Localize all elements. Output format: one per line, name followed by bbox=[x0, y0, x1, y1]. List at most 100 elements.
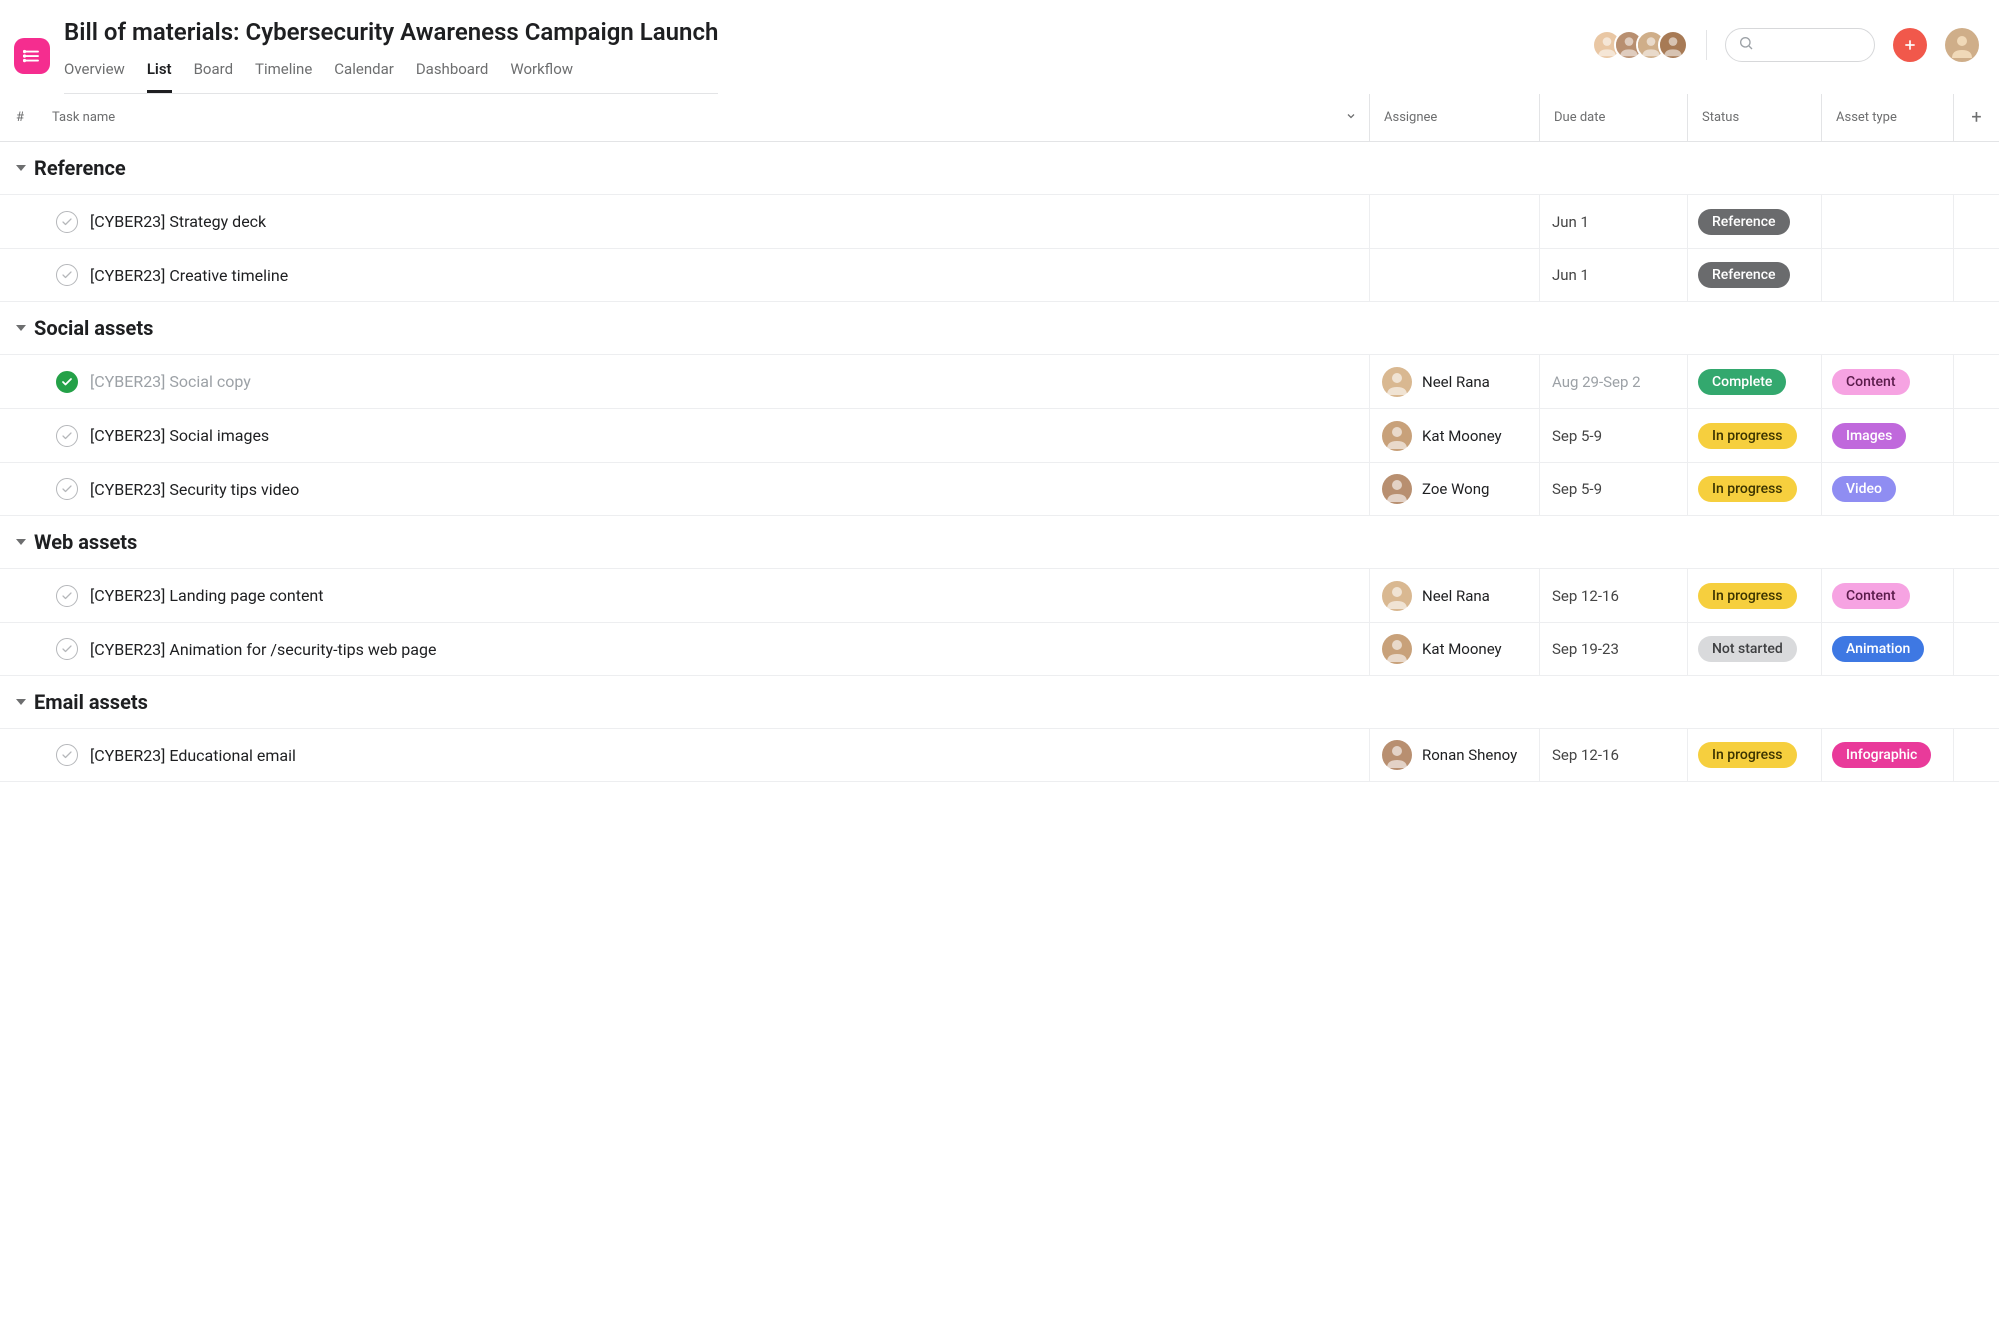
task-name: [CYBER23] Social images bbox=[90, 426, 269, 445]
section-header[interactable]: Social assets bbox=[0, 302, 1999, 354]
assignee-avatar bbox=[1382, 581, 1412, 611]
complete-checkbox[interactable] bbox=[56, 211, 78, 233]
complete-checkbox[interactable] bbox=[56, 585, 78, 607]
tab-timeline[interactable]: Timeline bbox=[255, 60, 312, 93]
search-box[interactable] bbox=[1725, 28, 1875, 62]
due-date-cell[interactable]: Sep 19-23 bbox=[1539, 623, 1687, 675]
assignee-cell[interactable] bbox=[1369, 249, 1539, 301]
task-name-cell[interactable]: [CYBER23] Animation for /security-tips w… bbox=[40, 623, 1369, 675]
team-avatar-stack[interactable] bbox=[1592, 30, 1688, 60]
project-icon[interactable] bbox=[14, 38, 50, 74]
task-name-cell[interactable]: [CYBER23] Security tips video bbox=[40, 463, 1369, 515]
task-row[interactable]: [CYBER23] Security tips video Zoe Wong Sep… bbox=[0, 462, 1999, 516]
assignee-cell[interactable]: Zoe Wong bbox=[1369, 463, 1539, 515]
complete-checkbox[interactable] bbox=[56, 425, 78, 447]
task-num-cell bbox=[0, 249, 40, 301]
task-name: [CYBER23] Security tips video bbox=[90, 480, 299, 499]
complete-checkbox[interactable] bbox=[56, 371, 78, 393]
project-tabs: Overview List Board Timeline Calendar Dashboa… bbox=[64, 46, 718, 94]
asset-type-pill: Infographic bbox=[1832, 742, 1931, 768]
tab-list[interactable]: List bbox=[147, 60, 172, 93]
asset-type-cell[interactable] bbox=[1821, 195, 1953, 248]
task-name-cell[interactable]: [CYBER23] Strategy deck bbox=[40, 195, 1369, 248]
asset-type-cell[interactable]: Infographic bbox=[1821, 729, 1953, 781]
task-name-cell[interactable]: [CYBER23] Social images bbox=[40, 409, 1369, 462]
task-name-cell[interactable]: [CYBER23] Creative timeline bbox=[40, 249, 1369, 301]
status-cell[interactable]: In progress bbox=[1687, 463, 1821, 515]
assignee-cell[interactable] bbox=[1369, 195, 1539, 248]
task-row[interactable]: [CYBER23] Educational email Ronan Shenoy S… bbox=[0, 728, 1999, 782]
status-cell[interactable]: Complete bbox=[1687, 355, 1821, 408]
task-name-cell[interactable]: [CYBER23] Educational email bbox=[40, 729, 1369, 781]
asset-type-cell[interactable]: Animation bbox=[1821, 623, 1953, 675]
tab-workflow[interactable]: Workflow bbox=[510, 60, 573, 93]
status-cell[interactable]: In progress bbox=[1687, 409, 1821, 462]
assignee-name: Ronan Shenoy bbox=[1422, 746, 1517, 764]
due-date-cell[interactable]: Jun 1 bbox=[1539, 195, 1687, 248]
task-num-cell bbox=[0, 729, 40, 781]
asset-type-cell[interactable]: Images bbox=[1821, 409, 1953, 462]
asset-type-cell[interactable]: Content bbox=[1821, 355, 1953, 408]
due-date-cell[interactable]: Sep 12-16 bbox=[1539, 569, 1687, 622]
assignee-avatar bbox=[1382, 474, 1412, 504]
assignee-cell[interactable]: Ronan Shenoy bbox=[1369, 729, 1539, 781]
section-header[interactable]: Reference bbox=[0, 142, 1999, 194]
status-cell[interactable]: Reference bbox=[1687, 249, 1821, 301]
task-name-cell[interactable]: [CYBER23] Landing page content bbox=[40, 569, 1369, 622]
column-task-header[interactable]: Task name bbox=[40, 110, 1369, 126]
column-status-header[interactable]: Status bbox=[1687, 94, 1821, 141]
header-right bbox=[1592, 18, 1979, 62]
section-header[interactable]: Email assets bbox=[0, 676, 1999, 728]
column-assignee-header[interactable]: Assignee bbox=[1369, 94, 1539, 141]
project-title[interactable]: Bill of materials: Cybersecurity Awarene… bbox=[64, 18, 718, 46]
tab-overview[interactable]: Overview bbox=[64, 60, 125, 93]
asset-type-cell[interactable]: Video bbox=[1821, 463, 1953, 515]
column-header-row: # Task name Assignee Due date Status Ass… bbox=[0, 94, 1999, 142]
caret-down-icon bbox=[16, 539, 26, 545]
task-row[interactable]: [CYBER23] Animation for /security-tips w… bbox=[0, 622, 1999, 676]
due-date-cell[interactable]: Sep 5-9 bbox=[1539, 409, 1687, 462]
complete-checkbox[interactable] bbox=[56, 478, 78, 500]
due-date: Sep 12-16 bbox=[1552, 746, 1619, 764]
complete-checkbox[interactable] bbox=[56, 744, 78, 766]
status-pill: In progress bbox=[1698, 423, 1797, 449]
task-name: [CYBER23] Animation for /security-tips w… bbox=[90, 640, 436, 659]
user-avatar[interactable] bbox=[1945, 28, 1979, 62]
assignee-name: Neel Rana bbox=[1422, 587, 1490, 605]
due-date-cell[interactable]: Sep 5-9 bbox=[1539, 463, 1687, 515]
task-row[interactable]: [CYBER23] Strategy deck Jun 1Reference bbox=[0, 194, 1999, 248]
section-header[interactable]: Web assets bbox=[0, 516, 1999, 568]
add-button[interactable] bbox=[1893, 28, 1927, 62]
task-row[interactable]: [CYBER23] Creative timeline Jun 1Referenc… bbox=[0, 248, 1999, 302]
complete-checkbox[interactable] bbox=[56, 638, 78, 660]
complete-checkbox[interactable] bbox=[56, 264, 78, 286]
status-cell[interactable]: In progress bbox=[1687, 569, 1821, 622]
column-asset-header[interactable]: Asset type bbox=[1821, 94, 1953, 141]
assignee-cell[interactable]: Kat Mooney bbox=[1369, 623, 1539, 675]
task-name: [CYBER23] Social copy bbox=[90, 372, 251, 391]
task-name-cell[interactable]: [CYBER23] Social copy bbox=[40, 355, 1369, 408]
tab-board[interactable]: Board bbox=[194, 60, 233, 93]
assignee-cell[interactable]: Neel Rana bbox=[1369, 569, 1539, 622]
asset-type-cell[interactable]: Content bbox=[1821, 569, 1953, 622]
tab-calendar[interactable]: Calendar bbox=[334, 60, 394, 93]
asset-type-cell[interactable] bbox=[1821, 249, 1953, 301]
assignee-cell[interactable]: Kat Mooney bbox=[1369, 409, 1539, 462]
status-cell[interactable]: In progress bbox=[1687, 729, 1821, 781]
due-date-cell[interactable]: Aug 29-Sep 2 bbox=[1539, 355, 1687, 408]
add-column-button[interactable]: + bbox=[1953, 94, 1999, 141]
chevron-down-icon[interactable] bbox=[1345, 110, 1357, 126]
task-row[interactable]: [CYBER23] Landing page content Neel Rana S… bbox=[0, 568, 1999, 622]
status-cell[interactable]: Not started bbox=[1687, 623, 1821, 675]
due-date-cell[interactable]: Sep 12-16 bbox=[1539, 729, 1687, 781]
task-num-cell bbox=[0, 195, 40, 248]
task-row[interactable]: [CYBER23] Social images Kat MooneySep 5-9… bbox=[0, 408, 1999, 462]
team-avatar[interactable] bbox=[1658, 30, 1688, 60]
due-date-cell[interactable]: Jun 1 bbox=[1539, 249, 1687, 301]
tab-dashboard[interactable]: Dashboard bbox=[416, 60, 489, 93]
assignee-cell[interactable]: Neel Rana bbox=[1369, 355, 1539, 408]
status-cell[interactable]: Reference bbox=[1687, 195, 1821, 248]
assignee-name: Zoe Wong bbox=[1422, 480, 1489, 498]
column-due-header[interactable]: Due date bbox=[1539, 94, 1687, 141]
task-row[interactable]: [CYBER23] Social copy Neel RanaAug 29-Sep… bbox=[0, 354, 1999, 408]
